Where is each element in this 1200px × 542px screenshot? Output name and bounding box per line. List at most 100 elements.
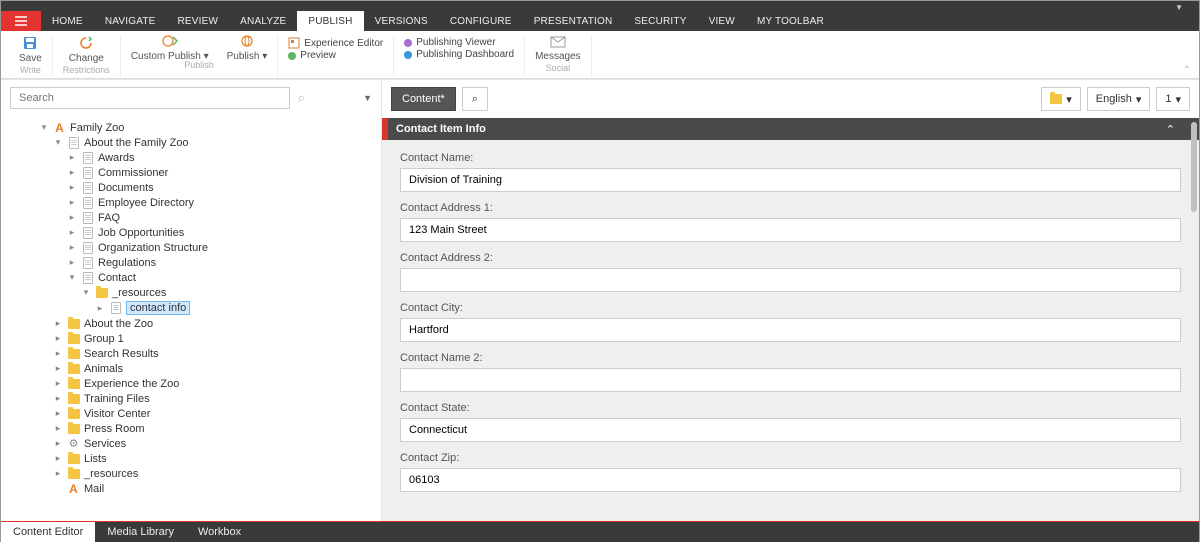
tree-node[interactable]: ▸Group 1 (9, 331, 373, 346)
tree-node[interactable]: ▸Animals (9, 361, 373, 376)
tree-item-icon (81, 211, 94, 224)
tree-twisty-icon[interactable]: ▸ (53, 438, 63, 449)
tree-node[interactable]: ▸contact info (9, 300, 373, 316)
tree-node[interactable]: ▸Visitor Center (9, 406, 373, 421)
menu-tab-navigate[interactable]: NAVIGATE (94, 11, 167, 31)
contact-name2-input[interactable] (400, 368, 1181, 392)
contact-zip-input[interactable] (400, 468, 1181, 492)
publishing-viewer-link[interactable]: Publishing Viewer (404, 37, 514, 48)
contact-address2-input[interactable] (400, 268, 1181, 292)
tree-node[interactable]: ▸Commissioner (9, 165, 373, 180)
chevron-up-icon[interactable]: ⌃ (1166, 123, 1175, 136)
messages-icon (550, 35, 566, 49)
tree-twisty-icon[interactable]: ▸ (67, 152, 77, 163)
tree-node[interactable]: ▸Experience the Zoo (9, 376, 373, 391)
field-label-name2: Contact Name 2: (400, 352, 1181, 364)
language-dropdown[interactable]: English▾ (1087, 87, 1151, 111)
menu-tab-security[interactable]: SECURITY (623, 11, 697, 31)
tree-node[interactable]: ▸⚙Services (9, 436, 373, 451)
menu-tab-home[interactable]: HOME (41, 11, 94, 31)
tree-node[interactable]: ▸Organization Structure (9, 240, 373, 255)
menu-tab-versions[interactable]: VERSIONS (364, 11, 439, 31)
tree-twisty-icon[interactable]: ▾ (67, 272, 77, 283)
menu-tab-configure[interactable]: CONFIGURE (439, 11, 523, 31)
tree-node[interactable]: ▾_resources (9, 285, 373, 300)
editor-icon (288, 37, 300, 49)
folder-dropdown[interactable]: ▾ (1041, 87, 1081, 111)
search-input[interactable] (10, 87, 290, 109)
search-content-button[interactable]: ⌕ (462, 87, 488, 111)
tree-twisty-icon[interactable]: ▸ (53, 333, 63, 344)
version-dropdown[interactable]: 1▾ (1156, 87, 1190, 111)
menu-tab-presentation[interactable]: PRESENTATION (523, 11, 624, 31)
publish-button[interactable]: Publish ▾ (227, 33, 268, 62)
tree-menu-caret[interactable]: ▼ (363, 93, 372, 103)
tree-twisty-icon[interactable]: ▸ (53, 468, 63, 479)
tree-twisty-icon[interactable]: ▸ (53, 453, 63, 464)
tree-node[interactable]: ▸Lists (9, 451, 373, 466)
tree-node[interactable]: ▸FAQ (9, 210, 373, 225)
footer-tabs: Content EditorMedia LibraryWorkbox (1, 521, 1199, 542)
messages-button[interactable]: Messages (535, 35, 581, 62)
custom-publish-button[interactable]: Custom Publish ▾ (131, 33, 209, 62)
search-icon[interactable]: ⌕ (298, 90, 305, 106)
scrollbar-thumb[interactable] (1191, 122, 1197, 212)
tree-node[interactable]: ▸About the Zoo (9, 316, 373, 331)
tree-node[interactable]: ▸Employee Directory (9, 195, 373, 210)
tree-node[interactable]: ▸_resources (9, 466, 373, 481)
tree-node[interactable]: ▸Regulations (9, 255, 373, 270)
menu-tab-view[interactable]: VIEW (698, 11, 746, 31)
tree-node[interactable]: ▸ Awards (9, 150, 373, 165)
tree-twisty-icon[interactable]: ▸ (67, 197, 77, 208)
tree-twisty-icon[interactable]: ▸ (53, 318, 63, 329)
tree-node[interactable]: AMail (9, 481, 373, 496)
menu-tab-publish[interactable]: PUBLISH (297, 11, 363, 31)
tree-twisty-icon[interactable]: ▸ (67, 167, 77, 178)
caret-down-icon[interactable]: ▼ (1175, 3, 1183, 12)
tree-twisty-icon[interactable]: ▾ (53, 137, 63, 148)
tree-twisty-icon[interactable]: ▸ (53, 393, 63, 404)
tree-node[interactable]: ▾About the Family Zoo (9, 135, 373, 150)
tree-node[interactable]: ▾AFamily Zoo (9, 120, 373, 135)
tree-twisty-icon[interactable]: ▸ (53, 378, 63, 389)
contact-name-input[interactable] (400, 168, 1181, 192)
tree-node[interactable]: ▸Search Results (9, 346, 373, 361)
tree-twisty-icon[interactable]: ▸ (67, 227, 77, 238)
tree-twisty-icon[interactable]: ▸ (95, 303, 105, 314)
section-header[interactable]: Contact Item Info ⌃ (382, 118, 1199, 140)
tree-node[interactable]: ▸Job Opportunities (9, 225, 373, 240)
hamburger-button[interactable] (1, 11, 41, 31)
contact-address1-input[interactable] (400, 218, 1181, 242)
tree-twisty-icon[interactable]: ▾ (39, 122, 49, 133)
change-button[interactable]: Change (69, 35, 104, 64)
tree-item-label: Awards (98, 152, 134, 164)
tree-twisty-icon[interactable]: ▸ (53, 348, 63, 359)
tree-twisty-icon[interactable]: ▸ (67, 182, 77, 193)
save-button[interactable]: Save (19, 35, 42, 64)
footer-tab-content-editor[interactable]: Content Editor (1, 522, 95, 542)
contact-city-input[interactable] (400, 318, 1181, 342)
menu-tab-my-toolbar[interactable]: MY TOOLBAR (746, 11, 835, 31)
tree-node[interactable]: ▸Press Room (9, 421, 373, 436)
experience-editor-link[interactable]: Experience Editor (288, 37, 383, 49)
tree-node[interactable]: ▸Training Files (9, 391, 373, 406)
collapse-ribbon-icon[interactable]: ⌃ (1183, 65, 1191, 76)
tree-twisty-icon[interactable]: ▸ (53, 363, 63, 374)
tree-node[interactable]: ▾Contact (9, 270, 373, 285)
tree-twisty-icon[interactable]: ▸ (53, 408, 63, 419)
preview-link[interactable]: Preview (288, 50, 383, 61)
scrollbar[interactable] (1191, 118, 1197, 521)
footer-tab-media-library[interactable]: Media Library (95, 522, 186, 542)
tree-node[interactable]: ▸Documents (9, 180, 373, 195)
menu-tab-review[interactable]: REVIEW (167, 11, 230, 31)
tree-twisty-icon[interactable]: ▸ (67, 257, 77, 268)
tree-twisty-icon[interactable]: ▾ (81, 287, 91, 298)
tree-twisty-icon[interactable]: ▸ (53, 423, 63, 434)
footer-tab-workbox[interactable]: Workbox (186, 522, 253, 542)
content-tab-button[interactable]: Content* (391, 87, 456, 111)
contact-state-input[interactable] (400, 418, 1181, 442)
menu-tab-analyze[interactable]: ANALYZE (229, 11, 297, 31)
publishing-dashboard-link[interactable]: Publishing Dashboard (404, 49, 514, 60)
tree-twisty-icon[interactable]: ▸ (67, 212, 77, 223)
tree-twisty-icon[interactable]: ▸ (67, 242, 77, 253)
